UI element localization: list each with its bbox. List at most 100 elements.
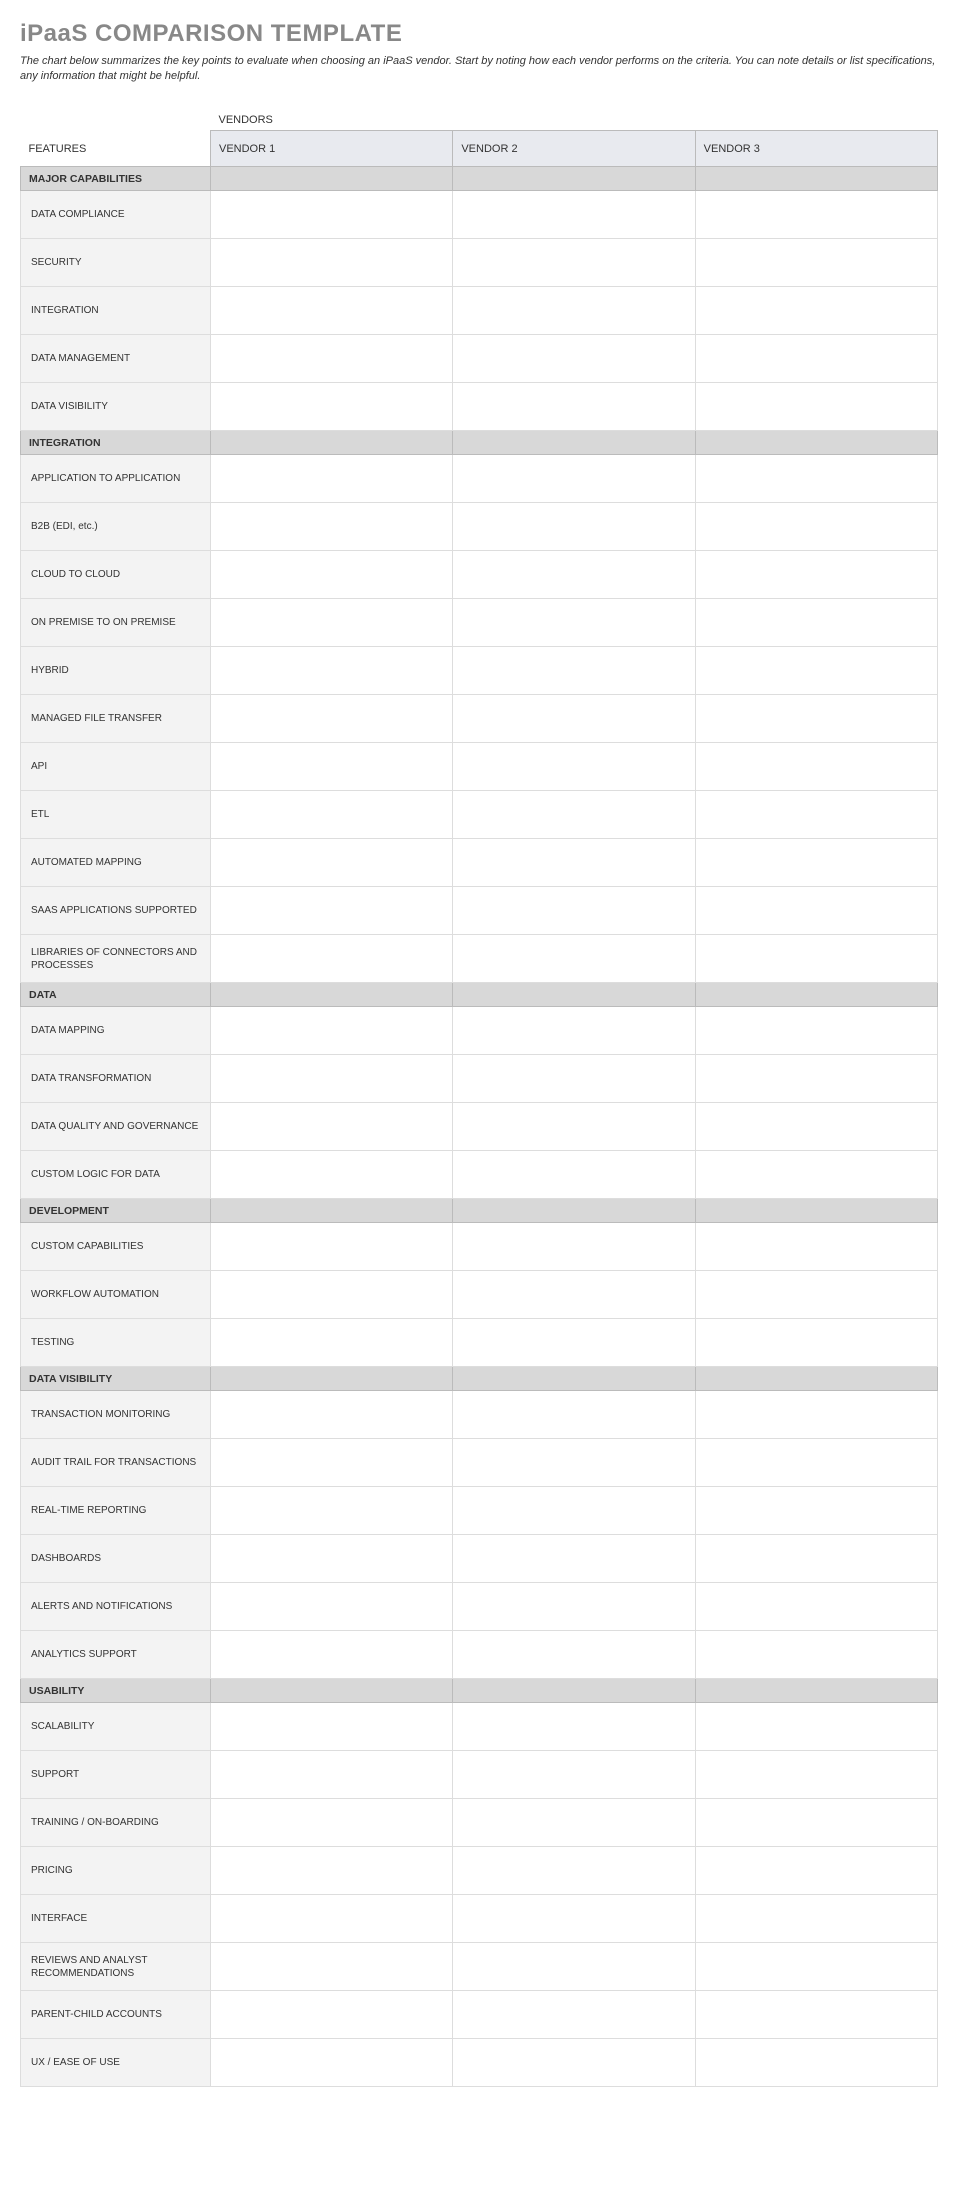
data-cell[interactable] — [211, 1847, 453, 1895]
data-cell[interactable] — [453, 1271, 695, 1319]
data-cell[interactable] — [695, 1583, 937, 1631]
data-cell[interactable] — [695, 695, 937, 743]
data-cell[interactable] — [453, 743, 695, 791]
data-cell[interactable] — [211, 647, 453, 695]
data-cell[interactable] — [211, 1583, 453, 1631]
data-cell[interactable] — [453, 551, 695, 599]
data-cell[interactable] — [695, 1271, 937, 1319]
data-cell[interactable] — [453, 287, 695, 335]
data-cell[interactable] — [695, 1439, 937, 1487]
data-cell[interactable] — [211, 1055, 453, 1103]
data-cell[interactable] — [453, 1535, 695, 1583]
data-cell[interactable] — [695, 1943, 937, 1991]
data-cell[interactable] — [453, 1055, 695, 1103]
data-cell[interactable] — [695, 791, 937, 839]
data-cell[interactable] — [695, 1751, 937, 1799]
data-cell[interactable] — [695, 1055, 937, 1103]
data-cell[interactable] — [695, 383, 937, 431]
data-cell[interactable] — [211, 455, 453, 503]
data-cell[interactable] — [453, 1751, 695, 1799]
data-cell[interactable] — [211, 791, 453, 839]
data-cell[interactable] — [695, 743, 937, 791]
data-cell[interactable] — [695, 1151, 937, 1199]
data-cell[interactable] — [695, 647, 937, 695]
data-cell[interactable] — [453, 647, 695, 695]
data-cell[interactable] — [453, 887, 695, 935]
data-cell[interactable] — [695, 287, 937, 335]
data-cell[interactable] — [453, 455, 695, 503]
data-cell[interactable] — [453, 1799, 695, 1847]
data-cell[interactable] — [695, 1703, 937, 1751]
data-cell[interactable] — [211, 1487, 453, 1535]
data-cell[interactable] — [695, 1895, 937, 1943]
data-cell[interactable] — [453, 695, 695, 743]
data-cell[interactable] — [211, 1151, 453, 1199]
data-cell[interactable] — [453, 1103, 695, 1151]
data-cell[interactable] — [695, 1391, 937, 1439]
data-cell[interactable] — [211, 1703, 453, 1751]
data-cell[interactable] — [211, 1991, 453, 2039]
data-cell[interactable] — [453, 1319, 695, 1367]
data-cell[interactable] — [453, 1703, 695, 1751]
data-cell[interactable] — [211, 1103, 453, 1151]
data-cell[interactable] — [695, 1007, 937, 1055]
data-cell[interactable] — [211, 551, 453, 599]
data-cell[interactable] — [453, 1583, 695, 1631]
data-cell[interactable] — [695, 503, 937, 551]
data-cell[interactable] — [211, 695, 453, 743]
data-cell[interactable] — [211, 2039, 453, 2087]
data-cell[interactable] — [453, 1391, 695, 1439]
data-cell[interactable] — [211, 1895, 453, 1943]
data-cell[interactable] — [695, 1223, 937, 1271]
data-cell[interactable] — [211, 1271, 453, 1319]
data-cell[interactable] — [695, 1535, 937, 1583]
data-cell[interactable] — [211, 1943, 453, 1991]
data-cell[interactable] — [211, 1439, 453, 1487]
data-cell[interactable] — [211, 887, 453, 935]
data-cell[interactable] — [453, 1847, 695, 1895]
data-cell[interactable] — [695, 1319, 937, 1367]
data-cell[interactable] — [453, 1943, 695, 1991]
data-cell[interactable] — [211, 743, 453, 791]
data-cell[interactable] — [453, 599, 695, 647]
data-cell[interactable] — [211, 1751, 453, 1799]
data-cell[interactable] — [453, 839, 695, 887]
data-cell[interactable] — [211, 839, 453, 887]
data-cell[interactable] — [695, 935, 937, 983]
data-cell[interactable] — [695, 551, 937, 599]
data-cell[interactable] — [211, 335, 453, 383]
data-cell[interactable] — [695, 839, 937, 887]
data-cell[interactable] — [211, 1799, 453, 1847]
data-cell[interactable] — [211, 1319, 453, 1367]
data-cell[interactable] — [695, 1487, 937, 1535]
data-cell[interactable] — [453, 935, 695, 983]
data-cell[interactable] — [211, 1535, 453, 1583]
data-cell[interactable] — [211, 1223, 453, 1271]
data-cell[interactable] — [695, 455, 937, 503]
data-cell[interactable] — [211, 239, 453, 287]
data-cell[interactable] — [695, 239, 937, 287]
data-cell[interactable] — [453, 2039, 695, 2087]
data-cell[interactable] — [453, 791, 695, 839]
data-cell[interactable] — [695, 191, 937, 239]
data-cell[interactable] — [453, 1151, 695, 1199]
data-cell[interactable] — [453, 383, 695, 431]
data-cell[interactable] — [453, 1991, 695, 2039]
data-cell[interactable] — [453, 1631, 695, 1679]
data-cell[interactable] — [453, 503, 695, 551]
data-cell[interactable] — [211, 599, 453, 647]
data-cell[interactable] — [695, 335, 937, 383]
data-cell[interactable] — [211, 503, 453, 551]
data-cell[interactable] — [695, 887, 937, 935]
data-cell[interactable] — [211, 1007, 453, 1055]
data-cell[interactable] — [453, 1223, 695, 1271]
data-cell[interactable] — [695, 1799, 937, 1847]
data-cell[interactable] — [453, 1007, 695, 1055]
data-cell[interactable] — [453, 1439, 695, 1487]
data-cell[interactable] — [211, 935, 453, 983]
data-cell[interactable] — [695, 1103, 937, 1151]
data-cell[interactable] — [695, 1631, 937, 1679]
data-cell[interactable] — [695, 599, 937, 647]
data-cell[interactable] — [695, 1991, 937, 2039]
data-cell[interactable] — [211, 1391, 453, 1439]
